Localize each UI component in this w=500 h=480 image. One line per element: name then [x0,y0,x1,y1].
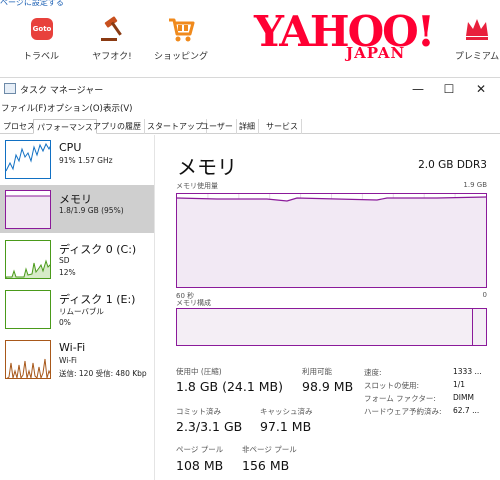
hardware-reserved-label: ハードウェア予約済み: [364,407,442,416]
tab-details[interactable]: 詳細 [236,119,259,134]
window-title: タスク マネージャー [20,86,104,96]
nonpaged-pool-label: 非ページ プール [242,445,297,454]
service-auction[interactable]: ヤフオク! [77,14,147,62]
form-factor-value: DIMM [453,393,474,402]
panel-title: メモリ [177,155,237,179]
usage-graph-label: メモリ使用量 [176,182,218,190]
service-travel-label: トラベル [22,52,59,62]
service-premium[interactable]: プレミアム [442,14,500,62]
minimize-button[interactable]: — [403,80,433,98]
form-factor-label: フォーム ファクター: [364,394,436,403]
in-use-label: 使用中 (圧縮) [176,367,222,376]
maximize-button[interactable]: ☐ [434,80,464,98]
nonpaged-pool-value: 156 MB [242,458,290,473]
wifi-thumbnail-graph [5,340,51,379]
usage-graph-max: 1.9 GB [463,181,487,189]
sidebar-item-usage: 0% [59,318,71,327]
close-button[interactable]: ✕ [466,80,496,98]
sidebar-item-disk-1[interactable]: ディスク 1 (E:) リムーバブル 0% [0,285,154,333]
speed-label: 速度: [364,368,382,377]
speed-value: 1333 ... [453,367,482,376]
performance-sidebar: CPU 91% 1.57 GHz メモリ 1.8/1.9 GB (95%) ディ… [0,135,155,480]
yahoo-logo[interactable]: YAHOO! [254,11,435,53]
sidebar-item-label: メモリ [59,193,92,206]
sidebar-item-wifi[interactable]: Wi-Fi Wi-Fi 送信: 120 受信: 480 Kbp [0,335,154,383]
sidebar-item-label: ディスク 0 (C:) [59,243,137,256]
paged-pool-value: 108 MB [176,458,224,473]
travel-badge: Goto [31,18,53,40]
disk1-thumbnail-graph [5,290,51,329]
title-bar[interactable]: タスク マネージャー — ☐ ✕ [0,78,500,100]
service-shopping[interactable]: ショッピング [146,14,216,62]
sidebar-item-detail: 91% 1.57 GHz [59,156,113,165]
sidebar-item-detail: SD [59,256,70,265]
available-value: 98.9 MB [302,379,354,394]
tab-services[interactable]: サービス [263,119,302,134]
yahoo-header: ページに設定する Goto トラベル ヤフオク! ショッピング YAHOO! J… [0,0,500,78]
shopping-cart-icon [166,14,196,44]
composition-in-use-segment [472,309,486,345]
sidebar-item-disk-0[interactable]: ディスク 0 (C:) SD 12% [0,235,154,283]
sidebar-item-detail: Wi-Fi [59,356,77,365]
tab-app-history[interactable]: アプリの履歴 [90,119,145,134]
tab-performance[interactable]: パフォーマンス [33,119,97,134]
memory-thumbnail-graph [5,190,51,229]
sidebar-item-cpu[interactable]: CPU 91% 1.57 GHz [0,135,154,183]
premium-crown-icon [462,14,492,44]
disk0-thumbnail-graph [5,240,51,279]
yahoo-logo-japan: JAPAN [346,44,406,62]
hardware-reserved-value: 62.7 ... [453,406,480,415]
sidebar-item-detail: 1.8/1.9 GB (95%) [59,206,124,215]
memory-composition-bar [176,308,487,346]
available-label: 利用可能 [302,367,332,376]
tab-users[interactable]: ユーザー [198,119,237,134]
auction-gavel-icon [97,14,127,44]
menu-options[interactable]: オプション(O) [47,102,103,114]
paged-pool-label: ページ プール [176,445,224,454]
service-travel[interactable]: Goto トラベル [6,14,76,62]
memory-capacity: 2.0 GB DDR3 [418,159,487,171]
sidebar-item-usage: 12% [59,268,76,277]
slots-used-label: スロットの使用: [364,381,420,390]
composition-graph-label: メモリ構成 [176,299,211,307]
in-use-value: 1.8 GB (24.1 MB) [176,379,284,394]
committed-value: 2.3/3.1 GB [176,419,243,434]
service-auction-label: ヤフオク! [92,52,132,62]
memory-usage-graph [176,193,487,288]
task-manager-window: タスク マネージャー — ☐ ✕ ファイル(F) オプション(O) 表示(V) … [0,78,500,480]
menu-view[interactable]: 表示(V) [103,102,132,114]
memory-panel: メモリ 2.0 GB DDR3 メモリ使用量 1.9 GB 60 秒 0 メモリ… [165,135,500,480]
sidebar-item-detail: リムーバブル [59,307,104,316]
menu-file[interactable]: ファイル(F) [1,102,47,114]
task-manager-icon [4,83,16,94]
tab-bar: プロセス パフォーマンス アプリの履歴 スタートアップ ユーザー 詳細 サービス [0,118,500,134]
sidebar-item-label: CPU [59,141,82,154]
sidebar-item-label: Wi-Fi [59,341,86,354]
set-homepage-link[interactable]: ページに設定する [0,0,64,8]
cpu-thumbnail-graph [5,140,51,179]
cached-label: キャッシュ済み [260,407,313,416]
travel-icon: Goto [26,14,56,44]
cached-value: 97.1 MB [260,419,312,434]
service-premium-label: プレミアム [454,52,500,62]
sidebar-item-memory[interactable]: メモリ 1.8/1.9 GB (95%) [0,185,154,233]
committed-label: コミット済み [176,407,221,416]
slots-used-value: 1/1 [453,380,466,389]
sidebar-item-label: ディスク 1 (E:) [59,293,136,306]
graph-time-end: 0 [482,291,487,299]
service-shopping-label: ショッピング [153,52,208,62]
sidebar-item-usage: 送信: 120 受信: 480 Kbp [59,369,147,378]
menu-bar: ファイル(F) オプション(O) 表示(V) [0,100,500,116]
